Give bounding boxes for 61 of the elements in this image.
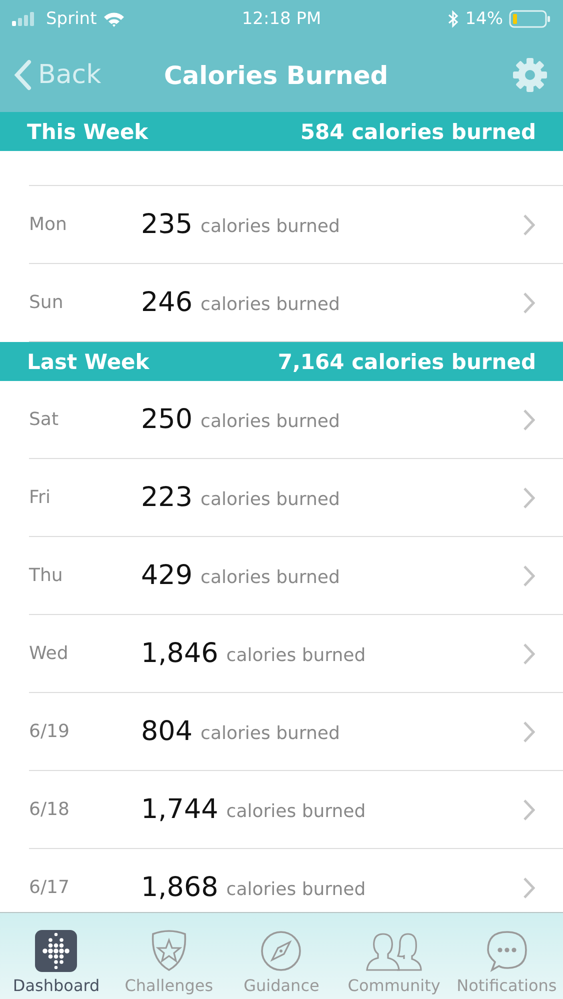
chevron-icon: [523, 486, 535, 508]
day-row[interactable]: 6/19 804 calories burned: [29, 693, 563, 771]
battery-icon: [509, 9, 552, 29]
calorie-unit: calories burned: [226, 800, 367, 822]
section-title: Last Week: [27, 350, 150, 374]
day-label: Sat: [29, 409, 60, 430]
calorie-value: 1,868: [141, 872, 218, 903]
calorie-value: 804: [141, 716, 193, 747]
calorie-value: 429: [141, 560, 193, 591]
people-icon: [365, 930, 424, 972]
battery-percent: 14%: [465, 9, 504, 29]
clock-time: 12:18 PM: [242, 9, 322, 29]
wifi-icon: [102, 11, 125, 27]
bluetooth-icon: [447, 10, 460, 28]
carrier-name: Sprint: [46, 9, 97, 29]
chevron-icon: [523, 214, 535, 236]
chevron-icon: [523, 876, 535, 898]
calorie-value: 1,846: [141, 638, 218, 669]
day-row[interactable]: Sat 250 calories burned: [29, 381, 563, 459]
screen-title: Calories Burned: [162, 60, 390, 90]
day-label: 6/17: [29, 877, 70, 898]
section-title: This Week: [27, 120, 148, 144]
section-total: 7,164 calories burned: [278, 350, 536, 374]
calorie-unit: calories burned: [200, 410, 341, 432]
calorie-unit: calories burned: [200, 722, 341, 744]
day-label: 6/19: [29, 721, 70, 742]
day-row[interactable]: Wed 1,846 calories burned: [29, 615, 563, 693]
day-label: Wed: [29, 643, 70, 664]
chevron-left-icon: [14, 59, 32, 91]
calorie-value: 223: [141, 482, 193, 513]
calorie-value: 250: [141, 404, 193, 435]
day-row[interactable]: Fri 223 calories burned: [29, 459, 563, 537]
chat-bubble-icon: [486, 930, 528, 972]
settings-icon[interactable]: [511, 56, 549, 94]
chevron-icon: [523, 408, 535, 430]
day-row[interactable]: Mon 235 calories burned: [29, 186, 563, 264]
compass-icon: [260, 930, 302, 972]
chevron-icon: [523, 642, 535, 664]
section-total: 584 calories burned: [300, 120, 536, 144]
day-label: Mon: [29, 214, 68, 235]
chevron-icon: [523, 798, 535, 820]
calorie-unit: calories burned: [200, 293, 341, 315]
calorie-value: 246: [141, 287, 193, 318]
day-label: 6/18: [29, 799, 70, 820]
calorie-unit: calories burned: [200, 488, 341, 510]
day-label: Thu: [29, 565, 64, 586]
day-row[interactable]: 6/18 1,744 calories burned: [29, 771, 563, 849]
dots-logo-icon: [35, 930, 78, 972]
calorie-value: 235: [141, 209, 193, 240]
calorie-unit: calories burned: [200, 215, 341, 237]
calorie-unit: calories burned: [200, 566, 341, 588]
calorie-unit: calories burned: [226, 878, 367, 900]
calorie-value: 1,744: [141, 794, 218, 825]
tab-button[interactable]: Dashboard: [0, 913, 113, 999]
day-label: Sun: [29, 292, 64, 313]
calorie-unit: calories burned: [226, 644, 367, 666]
chevron-icon: [523, 292, 535, 314]
day-row[interactable]: Thu 429 calories burned: [29, 537, 563, 615]
chevron-icon: [523, 564, 535, 586]
chevron-icon: [523, 720, 535, 742]
day-label: Fri: [29, 487, 52, 508]
